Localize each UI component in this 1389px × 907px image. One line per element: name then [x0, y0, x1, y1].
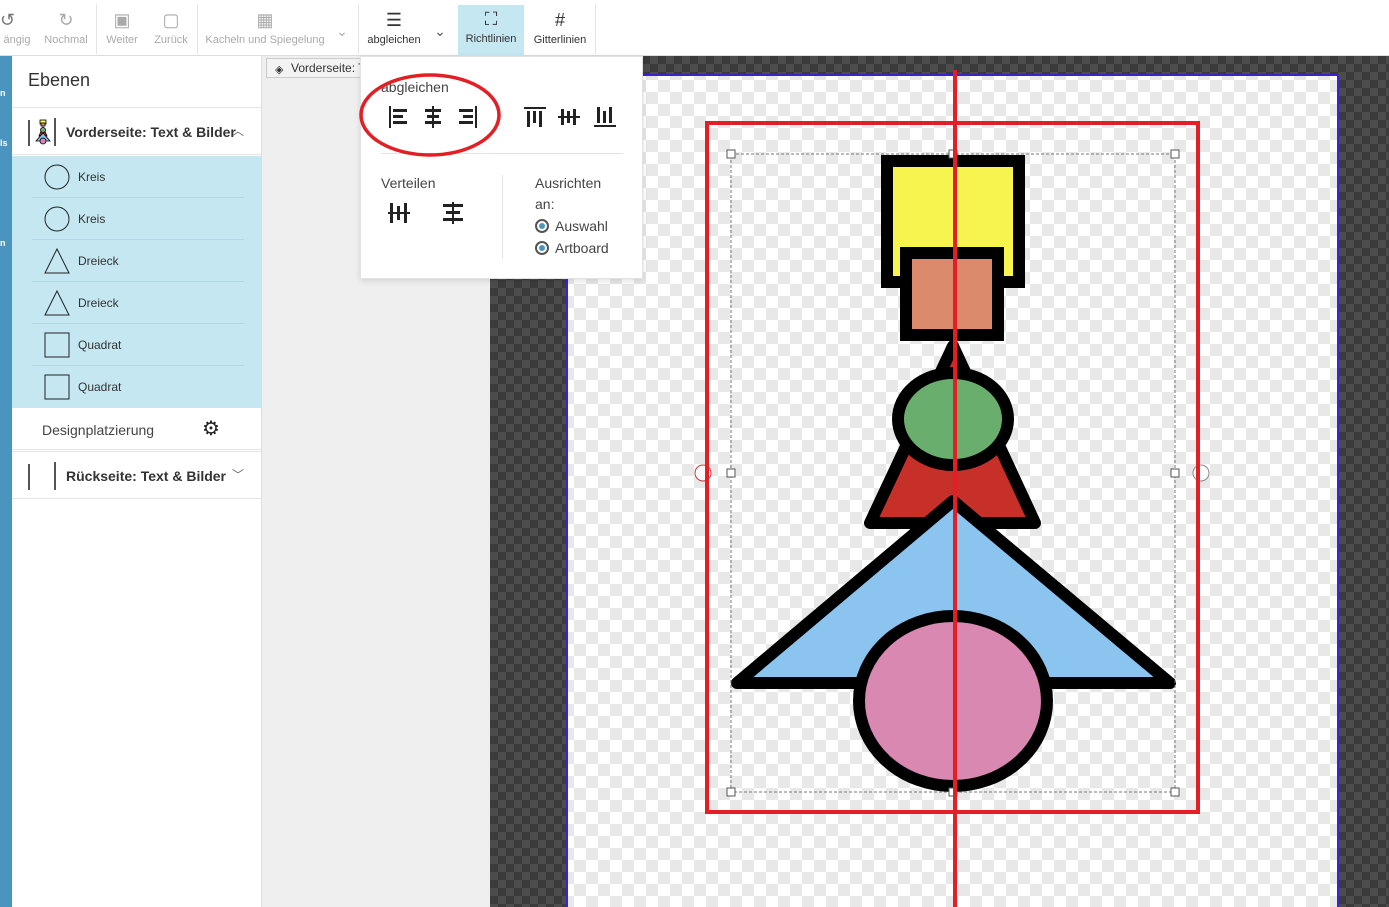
breadcrumb-label: Vorderseite: T [291, 61, 362, 75]
front-group-header[interactable]: Vorderseite: Text & Bilder ︿ [12, 107, 261, 155]
separator [96, 4, 97, 54]
group-bar [54, 118, 56, 146]
align-top-icon[interactable] [523, 105, 547, 129]
align-to-label: an: [535, 196, 555, 212]
guides-label: Richtlinien [465, 33, 517, 45]
guides-button[interactable]: ⛶ Richtlinien [458, 5, 524, 56]
rail-label: n [0, 238, 6, 248]
layer-item-dreieck[interactable]: Dreieck [32, 282, 244, 324]
align-to-label: Ausrichten [535, 175, 602, 191]
separator [197, 4, 198, 54]
layer-item-kreis[interactable]: Kreis [32, 198, 244, 240]
annotation-red-ellipse [359, 73, 501, 157]
align-label: abgleichen [367, 34, 421, 46]
distribute-vertical-icon[interactable] [441, 201, 465, 225]
resize-handle[interactable] [726, 468, 736, 478]
align-dropdown-button[interactable]: ⌄ [428, 6, 452, 56]
circle-icon [44, 164, 70, 190]
radio-artboard-label: Artboard [555, 240, 609, 256]
group-bar [28, 120, 30, 146]
back-button[interactable]: ▢ Zurück [148, 6, 194, 56]
layer-item-label: Kreis [78, 170, 106, 184]
align-button[interactable]: ☰ abgleichen [362, 6, 426, 56]
layer-item-label: Dreieck [78, 296, 119, 310]
square-salmon-shape[interactable] [900, 247, 1004, 341]
align-center-vertical-icon[interactable] [557, 105, 581, 129]
align-bottom-icon[interactable] [593, 105, 617, 129]
redo-label: Nochmal [44, 34, 88, 46]
forward-button[interactable]: ▣ Weiter [100, 6, 144, 56]
tiles-icon: ▦ [256, 10, 274, 30]
radio-selection-label: Auswahl [555, 218, 608, 234]
circle-icon [44, 206, 70, 232]
forward-label: Weiter [106, 34, 138, 46]
tiles-dropdown-button[interactable]: ⌄ [330, 6, 354, 56]
send-back-icon: ▢ [162, 10, 180, 30]
rail-label: n [0, 88, 6, 98]
back-group-label: Rückseite: Text & Bilder [66, 468, 227, 484]
layer-items: Kreis Kreis Dreieck Dreieck Quadrat Quad… [12, 156, 261, 408]
square-icon [44, 374, 70, 400]
guides-icon: ⛶ [484, 9, 498, 29]
toolbar: ↺ ängig ↻ Nochmal ▣ Weiter ▢ Zurück ▦ Ka… [0, 0, 1389, 56]
layer-item-label: Kreis [78, 212, 106, 226]
front-group-label: Vorderseite: Text & Bilder [66, 124, 236, 140]
grid-label: Gitterlinien [533, 34, 587, 46]
left-rail: n ls n [0, 56, 12, 907]
breadcrumb[interactable]: ◈ Vorderseite: T [266, 58, 362, 78]
back-label: Zurück [154, 34, 188, 46]
chevron-down-icon: ⌄ [336, 23, 348, 39]
chevron-up-icon[interactable]: ︿ [232, 122, 244, 139]
separator [595, 4, 596, 54]
tiles-mirror-button[interactable]: ▦ Kacheln und Spiegelung [200, 6, 330, 56]
undo-button[interactable]: ↺ ängig [0, 6, 34, 56]
resize-handle[interactable] [726, 149, 736, 159]
design-placement-label: Designplatzierung [42, 422, 155, 438]
radio-icon [535, 219, 549, 233]
distribute-label: Verteilen [381, 175, 436, 191]
redo-button[interactable]: ↻ Nochmal [38, 6, 94, 56]
rail-label: ls [0, 138, 8, 148]
layer-item-kreis[interactable]: Kreis [32, 156, 244, 198]
layer-item-label: Dreieck [78, 254, 119, 268]
radio-artboard[interactable]: Artboard [535, 240, 609, 256]
rotate-handle-icon[interactable] [1192, 464, 1210, 482]
chevron-down-icon[interactable]: ﹀ [232, 466, 244, 483]
design-placement-row[interactable]: Designplatzierung ⚙ [12, 408, 261, 450]
redo-icon: ↻ [58, 10, 74, 30]
divider [502, 175, 503, 259]
align-left-icon: ☰ [385, 10, 403, 30]
separator [358, 4, 359, 54]
grid-icon: # [554, 10, 565, 30]
layer-item-label: Quadrat [78, 380, 122, 394]
bring-forward-icon: ▣ [113, 10, 131, 30]
layer-item-quadrat[interactable]: Quadrat [32, 366, 244, 408]
resize-handle[interactable] [1170, 468, 1180, 478]
tiles-label: Kacheln und Spiegelung [205, 34, 325, 46]
undo-label: ängig [3, 34, 31, 46]
resize-handle[interactable] [1170, 149, 1180, 159]
layers-stack-icon: ◈ [275, 64, 284, 76]
layers-panel: Ebenen Vorderseite: Text & Bilder ︿ Krei… [12, 56, 262, 907]
layer-item-dreieck[interactable]: Dreieck [32, 240, 244, 282]
layer-item-quadrat[interactable]: Quadrat [32, 324, 244, 366]
triangle-icon [44, 248, 70, 274]
group-thumbnail-icon [35, 119, 51, 145]
grid-button[interactable]: # Gitterlinien [526, 6, 594, 56]
triangle-icon [44, 290, 70, 316]
distribute-horizontal-icon[interactable] [387, 201, 411, 225]
gear-icon[interactable]: ⚙ [202, 416, 220, 441]
resize-handle[interactable] [726, 787, 736, 797]
radio-icon [535, 241, 549, 255]
back-group-header[interactable]: Rückseite: Text & Bilder ﹀ [12, 451, 261, 499]
chevron-down-icon: ⌄ [434, 23, 446, 39]
square-icon [44, 332, 70, 358]
undo-icon: ↺ [0, 10, 16, 30]
layer-item-label: Quadrat [78, 338, 122, 352]
resize-handle[interactable] [1170, 787, 1180, 797]
group-bar [54, 462, 56, 490]
group-bar [28, 464, 30, 490]
layers-title: Ebenen [28, 70, 91, 90]
radio-selection[interactable]: Auswahl [535, 218, 608, 234]
